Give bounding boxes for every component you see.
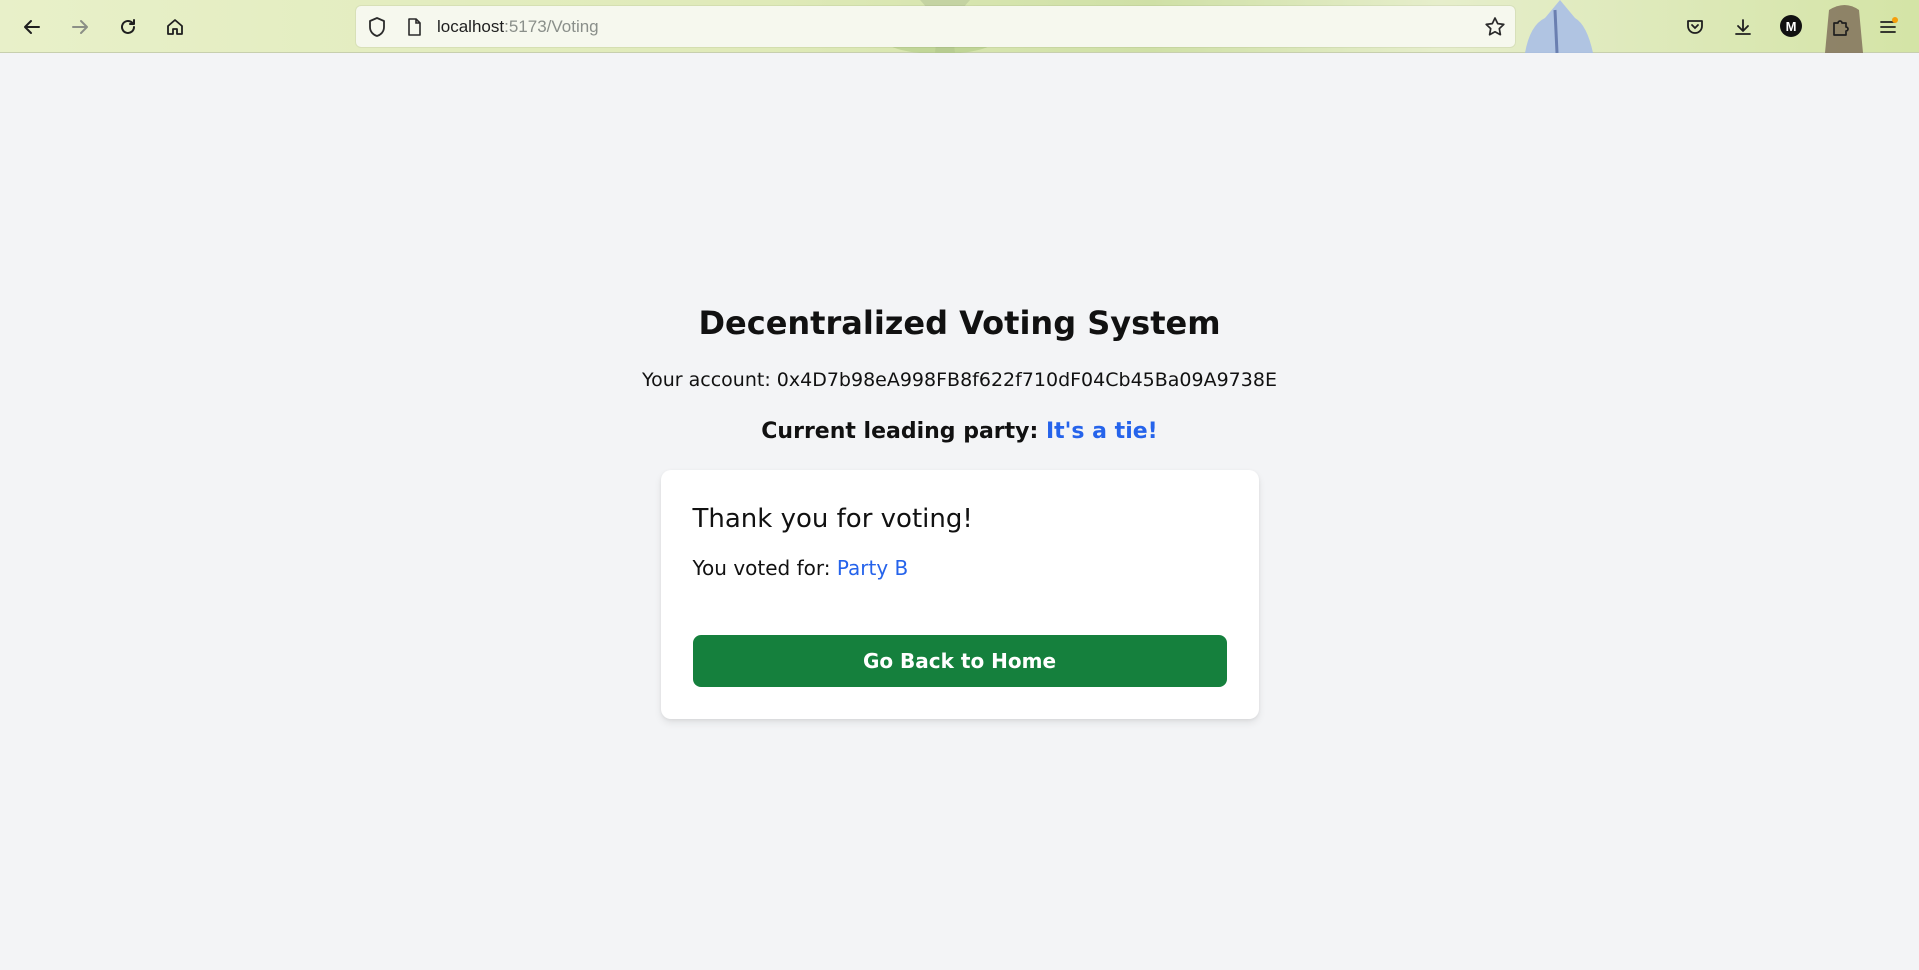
extensions-button[interactable]: [1824, 11, 1856, 43]
account-label: Your account:: [642, 369, 777, 391]
page-content: Decentralized Voting System Your account…: [0, 54, 1919, 970]
back-button[interactable]: [16, 11, 48, 43]
reload-icon: [121, 19, 135, 34]
voted-for-line: You voted for: Party B: [693, 556, 1227, 580]
downloads-button[interactable]: [1727, 11, 1759, 43]
url-host: localhost: [437, 17, 505, 36]
page-title: Decentralized Voting System: [698, 304, 1221, 342]
pocket-icon: [1687, 20, 1703, 34]
puzzle-icon: [1833, 20, 1849, 36]
leading-label: Current leading party:: [761, 419, 1046, 444]
home-icon: [167, 19, 183, 35]
vote-confirmation-card: Thank you for voting! You voted for: Par…: [660, 470, 1259, 719]
forward-arrow-icon: [72, 20, 88, 34]
voted-party: Party B: [836, 556, 909, 580]
download-icon: [1735, 19, 1751, 35]
leading-party-line: Current leading party: It's a tie!: [761, 419, 1157, 444]
hamburger-menu-icon: [1880, 17, 1898, 33]
account-address: 0x4D7b98eA998FB8f622f710dF04Cb45Ba09A973…: [776, 369, 1277, 391]
bookmark-star-icon[interactable]: [1483, 15, 1507, 39]
url-path: :5173/Voting: [504, 17, 599, 36]
account-line: Your account: 0x4D7b98eA998FB8f622f710dF…: [642, 369, 1277, 391]
forward-button[interactable]: [64, 11, 96, 43]
reload-button[interactable]: [112, 11, 144, 43]
go-back-home-button[interactable]: Go Back to Home: [692, 635, 1227, 687]
leading-party-value: It's a tie!: [1045, 419, 1158, 444]
voted-label: You voted for:: [692, 556, 837, 580]
profile-avatar[interactable]: M: [1780, 15, 1802, 37]
url-text[interactable]: localhost:5173/Voting: [437, 17, 599, 37]
menu-button[interactable]: [1872, 11, 1904, 43]
address-bar[interactable]: localhost:5173/Voting: [356, 6, 1515, 47]
browser-toolbar: localhost:5173/Voting M: [0, 0, 1919, 53]
pocket-button[interactable]: [1679, 11, 1711, 43]
back-arrow-icon: [24, 20, 40, 34]
card-heading: Thank you for voting!: [692, 504, 973, 534]
theme-character: [1525, 0, 1593, 53]
home-button[interactable]: [159, 11, 191, 43]
page-icon: [408, 18, 421, 36]
shield-icon[interactable]: [366, 16, 388, 38]
